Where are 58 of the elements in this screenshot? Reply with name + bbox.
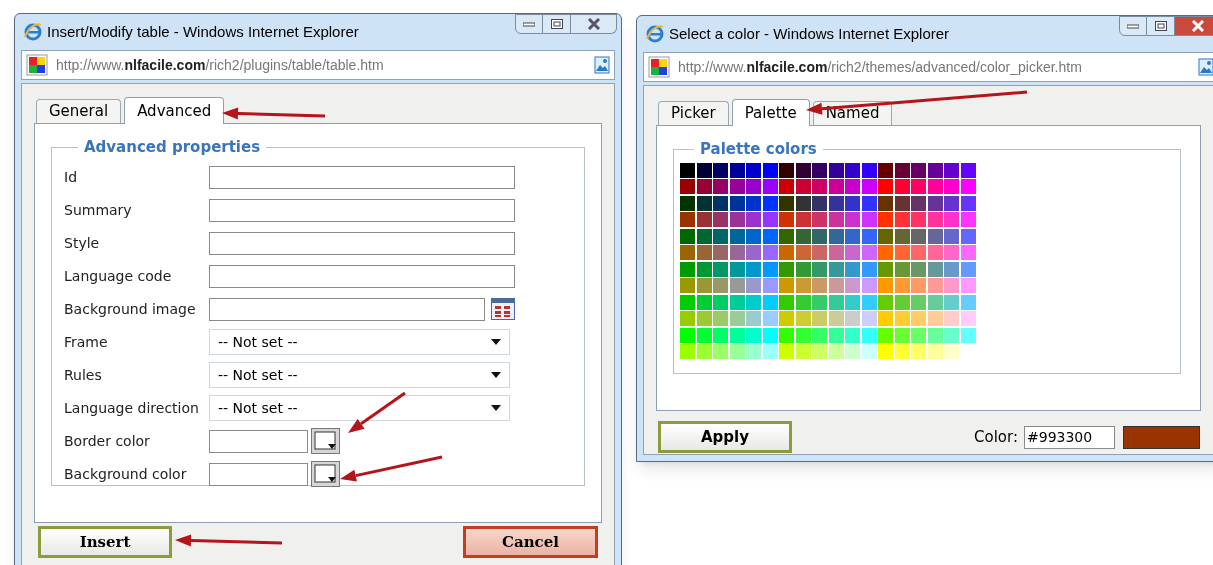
text-input[interactable] [209,198,515,222]
close-icon [1190,20,1205,32]
address-text: http://www.nlfacile.com/rich2/themes/advanced/color_picker.htm [678,57,1083,77]
field-label: Summary [64,200,133,220]
field-label: Style [64,233,101,253]
color-label: Color: [974,426,1018,448]
dropdown[interactable]: -- Not set -- [209,329,510,355]
minimize-icon [523,21,535,27]
apply-button[interactable]: Apply [658,421,792,453]
dropdown[interactable]: -- Not set -- [209,395,510,421]
color-picker-button[interactable] [311,428,340,454]
picture-icon [1198,58,1213,76]
browser-icon [23,22,43,42]
section-title: Palette colors [699,139,818,160]
caret-icon [491,405,501,411]
window-title: Select a color - Windows Internet Explorer [669,23,950,44]
text-input[interactable] [209,231,515,255]
tab[interactable]: General [36,99,122,123]
text-input[interactable] [209,462,308,486]
dropdown[interactable]: -- Not set -- [209,362,510,388]
close-button[interactable] [1175,16,1213,36]
close-icon [586,18,601,30]
maximize-button[interactable] [1147,16,1175,36]
color-picker-button[interactable] [311,461,340,487]
page-icon [648,56,670,78]
maximize-icon [1154,21,1167,31]
tab[interactable]: Picker [658,101,729,125]
insert-button[interactable]: Insert [38,526,172,558]
address-text: http://www.nlfacile.com/rich2/plugins/table/table.htm [56,55,385,75]
browser-icon [645,24,665,44]
field-label: Language code [64,266,173,286]
maximize-button[interactable] [543,14,571,34]
field-label: Id [64,167,78,187]
section-title: Advanced properties [83,137,262,158]
text-input[interactable] [209,429,308,453]
caret-icon [491,372,501,378]
field-label: Border color [64,431,151,451]
tab[interactable]: Palette [731,99,810,126]
tab[interactable]: Advanced [124,97,225,124]
color-input[interactable]: #993300 [1024,425,1115,449]
picture-icon [594,56,610,74]
annotation-arrow [348,391,406,433]
close-button[interactable] [571,14,617,34]
text-input[interactable] [209,297,485,321]
page-icon [26,54,48,76]
caret-icon [491,339,501,345]
text-input[interactable] [209,165,515,189]
browse-icon[interactable] [491,298,515,320]
cancel-button[interactable]: Cancel [463,526,598,558]
field-label: Rules [64,365,103,385]
field-label: Background color [64,464,188,484]
field-label: Background image [64,299,197,319]
minimize-icon [1127,23,1139,29]
field-label: Frame [64,332,109,352]
field-label: Language direction [64,398,200,418]
maximize-icon [550,19,563,29]
window-title: Insert/Modify table - Windows Internet Explorer [47,21,359,42]
text-input[interactable] [209,264,515,288]
